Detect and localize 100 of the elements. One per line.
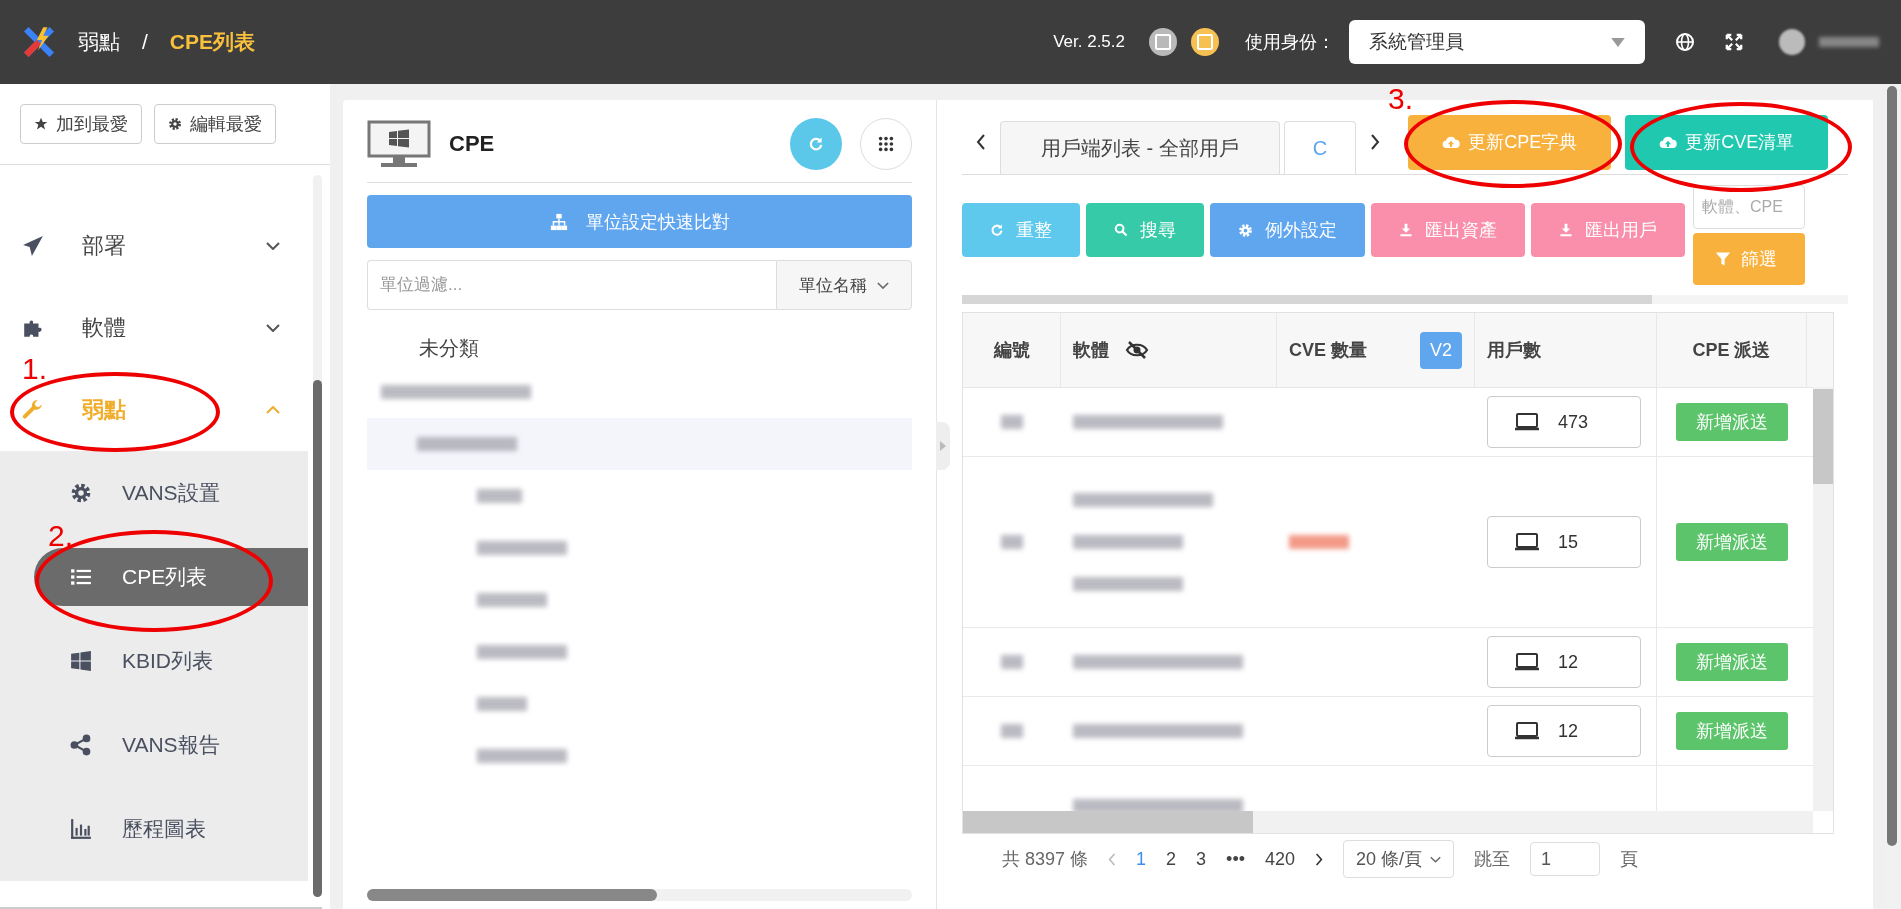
chevron-icon: [266, 324, 280, 332]
user-count-button[interactable]: 12: [1487, 705, 1641, 757]
caret-icon: [1611, 37, 1625, 47]
identity-select[interactable]: 系統管理員: [1349, 20, 1645, 64]
submenu-item[interactable]: KBID列表: [0, 632, 308, 690]
grid-menu-button[interactable]: [860, 118, 912, 170]
collapse-handle[interactable]: [936, 422, 950, 470]
annotation-number: 3.: [1388, 86, 1414, 112]
settings-icon: [70, 482, 92, 504]
blurred-text: [1819, 37, 1879, 47]
chevron-icon: [266, 406, 280, 414]
window-icon[interactable]: [1149, 28, 1177, 56]
blurred-text: [1001, 535, 1023, 549]
refresh-icon: [990, 223, 1004, 237]
scrollbar[interactable]: [963, 811, 1813, 833]
jump-label: 跳至: [1474, 848, 1511, 871]
column-header: CVE 數量 V2: [1277, 313, 1475, 387]
chevron-icon: [266, 242, 280, 250]
annotation-number: 2.: [48, 523, 74, 549]
list-icon: [70, 566, 92, 588]
globe-icon[interactable]: [1675, 32, 1695, 52]
chevron-right-icon[interactable]: [1370, 134, 1381, 150]
chevron-icon: [877, 281, 889, 289]
filter-field-select[interactable]: 單位名稱: [776, 260, 912, 310]
search-field[interactable]: 軟體、CPE: [1693, 185, 1805, 229]
windows-icon: [70, 650, 92, 672]
breadcrumb-item[interactable]: 弱點: [78, 28, 120, 56]
identity-label: 使用身份：: [1245, 31, 1335, 54]
user-count-button[interactable]: 15: [1487, 516, 1641, 568]
page-size-select[interactable]: 20 條/頁: [1343, 840, 1455, 878]
column-header: CPE 派送: [1657, 313, 1807, 387]
caret-icon: [940, 441, 946, 451]
blurred-text: [1001, 415, 1023, 429]
search-icon: [1114, 223, 1128, 237]
avatar[interactable]: [1779, 29, 1805, 55]
hierarchy-icon: [549, 212, 568, 231]
wrench-icon: [22, 399, 44, 421]
blurred-text: [1001, 724, 1023, 738]
page-link[interactable]: •••: [1226, 848, 1245, 870]
logo-icon: [22, 25, 56, 59]
funnel-icon: [1715, 251, 1731, 267]
user-count-button[interactable]: 12: [1487, 636, 1641, 688]
user-count-button[interactable]: 473: [1487, 396, 1641, 448]
panel-icon[interactable]: [1191, 28, 1219, 56]
submenu-item[interactable]: CPE列表: [34, 548, 308, 606]
puzzle-icon: [22, 317, 44, 339]
favorite-button[interactable]: 編輯最愛: [154, 104, 276, 144]
laptop-icon: [1514, 412, 1540, 432]
page-link[interactable]: 420: [1265, 848, 1296, 870]
page-input[interactable]: 1: [1530, 842, 1601, 876]
favorite-button[interactable]: 加到最愛: [20, 104, 142, 144]
scrollbar[interactable]: [1813, 387, 1833, 811]
blurred-text: [477, 489, 522, 503]
paper-plane-icon: [22, 235, 44, 257]
blurred-text: [1001, 655, 1023, 669]
chevron-left-icon[interactable]: [976, 134, 986, 150]
cloud-upload-icon: [1659, 135, 1678, 149]
tree-category[interactable]: 未分類: [367, 330, 912, 366]
submenu-item[interactable]: VANS設置: [0, 464, 308, 522]
blurred-text: [1289, 535, 1349, 549]
fullscreen-icon[interactable]: [1725, 33, 1743, 51]
eye-slash-icon[interactable]: [1125, 340, 1149, 360]
cloud-upload-icon: [1442, 135, 1461, 149]
download-icon: [1399, 223, 1413, 237]
sidebar-item[interactable]: 部署: [0, 222, 308, 270]
annotation-number: 1.: [22, 356, 48, 382]
scrollbar[interactable]: [313, 175, 322, 897]
tab[interactable]: 用戶端列表 - 全部用戶: [1000, 121, 1280, 174]
column-header: 編號: [963, 313, 1061, 387]
star-icon: [34, 117, 48, 131]
unit-filter-input[interactable]: 單位過濾...: [367, 260, 776, 310]
settings-icon: [168, 117, 182, 131]
settings-icon: [1238, 222, 1253, 238]
laptop-icon: [1514, 652, 1540, 672]
column-header: 軟體: [1061, 313, 1277, 387]
page-suffix: 頁: [1620, 848, 1639, 871]
bar-chart-icon: [70, 818, 92, 840]
chevron-right-icon[interactable]: [1315, 852, 1324, 866]
download-icon: [1559, 223, 1573, 237]
column-header: 用戶數: [1475, 313, 1657, 387]
panel-title: CPE: [449, 131, 495, 157]
breadcrumb-item: CPE列表: [169, 29, 256, 55]
share-icon: [70, 734, 92, 756]
page-link[interactable]: 3: [1196, 848, 1207, 870]
refresh-icon: [808, 136, 824, 152]
chevron-icon: [1430, 855, 1442, 863]
laptop-icon: [1514, 721, 1540, 741]
blurred-text: [477, 697, 527, 711]
grid-icon: [877, 135, 895, 153]
laptop-icon: [1514, 532, 1540, 552]
breadcrumb-separator: /: [142, 30, 148, 54]
scrollbar[interactable]: [367, 889, 912, 901]
submenu-item[interactable]: 歷程圖表: [0, 800, 308, 858]
version-text: Ver. 2.5.2: [1053, 32, 1125, 52]
blurred-text: [477, 593, 547, 607]
scrollbar[interactable]: [962, 295, 1848, 304]
submenu-item[interactable]: VANS報告: [0, 716, 308, 774]
sidebar-item[interactable]: 軟體: [0, 304, 308, 352]
page-link[interactable]: 2: [1166, 848, 1177, 870]
total-count: 共 8397 條: [1002, 848, 1089, 871]
